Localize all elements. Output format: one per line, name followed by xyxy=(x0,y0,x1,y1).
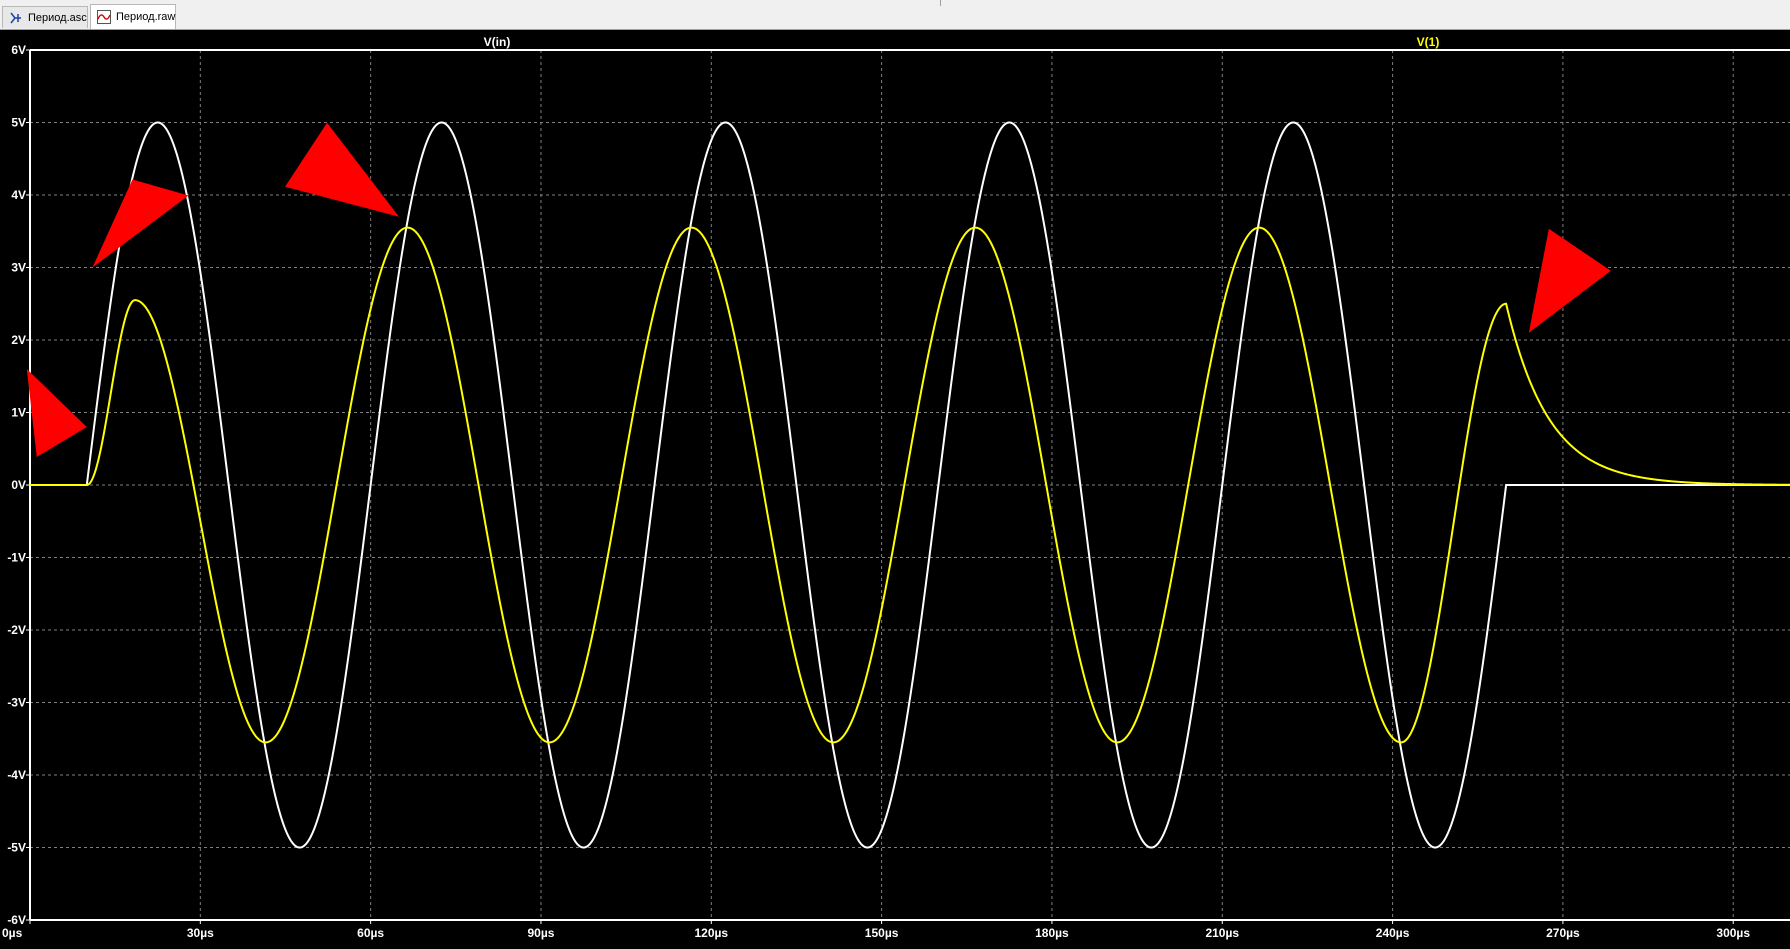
y-tick-label: -5V xyxy=(7,841,26,855)
legend-v-in: V(in) xyxy=(484,35,511,49)
y-tick-label: 1V xyxy=(11,406,26,420)
waveform-icon xyxy=(97,10,111,24)
x-tick-label: 150µs xyxy=(865,926,899,940)
y-tick-label: 3V xyxy=(11,261,26,275)
y-tick-label: 0V xyxy=(11,478,26,492)
tab-waveform-label: Период.raw xyxy=(116,11,176,23)
y-tick-label: 5V xyxy=(11,116,26,130)
x-tick-label: 60µs xyxy=(357,926,384,940)
plot-background xyxy=(0,30,1790,949)
x-tick-label: 30µs xyxy=(187,926,214,940)
x-tick-label: 240µs xyxy=(1376,926,1410,940)
x-tick-label: 120µs xyxy=(694,926,728,940)
tab-schematic[interactable]: Период.asc xyxy=(2,6,88,28)
y-tick-label: 4V xyxy=(11,188,26,202)
x-tick-label: 210µs xyxy=(1205,926,1239,940)
x-tick-label: 180µs xyxy=(1035,926,1069,940)
y-tick-label: -1V xyxy=(7,551,26,565)
x-tick-label: 270µs xyxy=(1546,926,1580,940)
y-tick-label: 6V xyxy=(11,43,26,57)
x-tick-label: 0µs xyxy=(2,926,23,940)
x-tick-label: 300µs xyxy=(1716,926,1750,940)
y-tick-label: -4V xyxy=(7,768,26,782)
y-tick-label: -3V xyxy=(7,696,26,710)
y-tick-label: -2V xyxy=(7,623,26,637)
tab-waveform[interactable]: Период.raw xyxy=(90,4,176,29)
tab-divider xyxy=(940,0,941,6)
y-tick-label: -6V xyxy=(7,913,26,927)
legend-v-1: V(1) xyxy=(1417,35,1440,49)
tab-schematic-label: Период.asc xyxy=(28,11,87,24)
tab-bar: Период.asc Период.raw xyxy=(0,0,1790,30)
waveform-plot[interactable]: 6V 5V 4V 3V 2V 1V 0V -1V -2V -3V -4V -5V -6V 0µs 30µs… xyxy=(0,30,1790,949)
y-tick-label: 2V xyxy=(11,333,26,347)
x-tick-label: 90µs xyxy=(527,926,554,940)
schematic-icon xyxy=(9,11,23,25)
